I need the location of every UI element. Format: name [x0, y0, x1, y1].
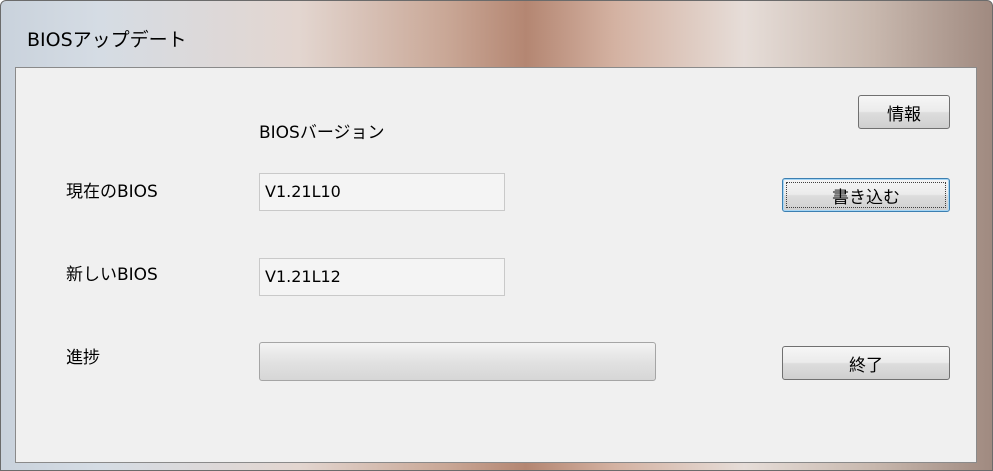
info-button-label: 情報 [887, 104, 921, 125]
write-button-label: 書き込む [832, 187, 900, 208]
new-bios-field[interactable]: V1.21L12 [259, 258, 505, 296]
exit-button-label: 終了 [849, 355, 883, 376]
write-button[interactable]: 書き込む [782, 178, 950, 212]
window-title: BIOSアップデート [27, 29, 187, 51]
dialog-client-area: BIOSバージョン 現在のBIOS V1.21L10 新しいBIOS V1.21… [15, 67, 977, 463]
bios-version-header: BIOSバージョン [259, 123, 385, 143]
title-bar[interactable]: BIOSアップデート [1, 1, 992, 65]
exit-button[interactable]: 終了 [782, 346, 950, 380]
update-progress-bar [259, 342, 656, 381]
current-bios-label: 現在のBIOS [66, 182, 158, 202]
progress-label: 進捗 [66, 348, 100, 368]
new-bios-label: 新しいBIOS [66, 265, 158, 285]
current-bios-field[interactable]: V1.21L10 [259, 173, 505, 211]
bios-update-window: BIOSアップデート BIOSバージョン 現在のBIOS V1.21L10 新し… [0, 0, 993, 471]
info-button[interactable]: 情報 [858, 95, 950, 129]
